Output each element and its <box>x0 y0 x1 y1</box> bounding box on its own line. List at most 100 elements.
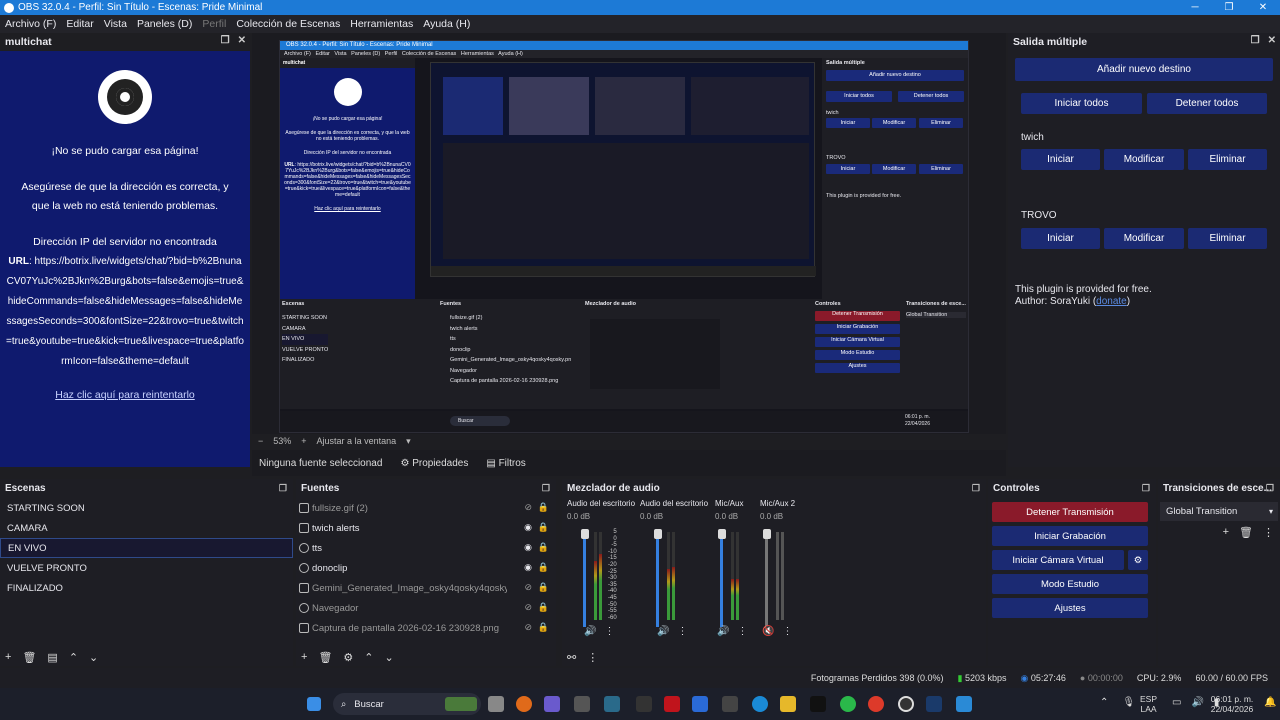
move-up-icon[interactable]: ⌃ <box>364 651 373 664</box>
menu-vista[interactable]: Vista <box>99 18 132 30</box>
language-indicator[interactable]: ESP LAA <box>1140 694 1157 714</box>
kebab-menu-icon[interactable]: ⋮ <box>604 626 614 637</box>
mic-icon[interactable]: 🎙 <box>1122 697 1135 708</box>
float-icon[interactable]: ❐ <box>1266 483 1274 494</box>
scene-item-selected[interactable]: EN VIVO <box>0 538 293 558</box>
add-destination-button[interactable]: Añadir nuevo destino <box>1015 58 1273 81</box>
zoom-in-icon[interactable]: + <box>301 436 306 446</box>
retry-link[interactable]: Haz clic aquí para reintentarlo <box>6 386 244 405</box>
add-icon[interactable]: + <box>5 651 11 664</box>
move-up-icon[interactable]: ⌃ <box>69 651 78 664</box>
studio-mode-button[interactable]: Modo Estudio <box>992 574 1148 594</box>
trash-icon[interactable]: 🗑 <box>22 651 36 664</box>
app-icon[interactable] <box>574 696 590 712</box>
donate-link[interactable]: donate <box>1096 296 1127 307</box>
filters-button[interactable]: ▤ Filtros <box>486 458 525 469</box>
fader-knob[interactable] <box>718 529 726 539</box>
chevron-down-icon[interactable]: ▾ <box>406 436 411 447</box>
tiktok-icon[interactable] <box>810 696 826 712</box>
netflix-icon[interactable] <box>664 696 680 712</box>
windows-start-icon[interactable] <box>307 697 321 711</box>
move-down-icon[interactable]: ⌄ <box>385 651 394 664</box>
scene-item[interactable]: CAMARA <box>0 518 293 538</box>
volume-fader[interactable] <box>765 532 768 627</box>
scene-item[interactable]: FINALIZADO <box>0 578 293 598</box>
menu-paneles[interactable]: Paneles (D) <box>132 18 197 30</box>
start-recording-button[interactable]: Iniciar Grabación <box>992 526 1148 546</box>
close-icon[interactable]: ✕ <box>1246 0 1280 15</box>
preview-canvas[interactable]: OBS 32.0.4 - Perfil: Sin Título - Escena… <box>279 40 969 433</box>
stop-all-button[interactable]: Detener todos <box>1147 93 1267 114</box>
trovo-modify-button[interactable]: Modificar <box>1104 228 1184 249</box>
gear-icon[interactable]: ⚙ <box>343 651 353 664</box>
properties-button[interactable]: ⚙ Propiedades <box>400 458 468 469</box>
menu-archivo[interactable]: Archivo (F) <box>0 18 61 30</box>
move-down-icon[interactable]: ⌄ <box>89 651 98 664</box>
file-explorer-icon[interactable] <box>780 696 796 712</box>
chevron-up-icon[interactable]: ⌃ <box>1100 697 1108 708</box>
link-icon[interactable]: ⚯ <box>567 651 576 664</box>
fit-window-button[interactable]: Ajustar a la ventana <box>317 436 397 446</box>
volume-icon[interactable]: 🔊 <box>1191 697 1203 708</box>
bell-icon[interactable]: 🔔 <box>1264 697 1276 708</box>
add-icon[interactable]: + <box>1223 526 1229 539</box>
volume-fader[interactable] <box>656 532 659 627</box>
app-icon[interactable] <box>956 696 972 712</box>
menu-perfil[interactable]: Perfil <box>197 18 231 30</box>
start-virtual-camera-button[interactable]: Iniciar Cámara Virtual <box>992 550 1124 570</box>
app-icon[interactable] <box>692 696 708 712</box>
volume-fader[interactable] <box>583 532 586 627</box>
kebab-menu-icon[interactable]: ⋮ <box>737 626 747 637</box>
search-box[interactable]: ⌕ Buscar <box>333 693 481 715</box>
add-icon[interactable]: + <box>301 651 307 664</box>
twich-start-button[interactable]: Iniciar <box>1021 149 1100 170</box>
clock[interactable]: 06:01 p. m. 22/04/2026 <box>1208 694 1256 714</box>
twich-delete-button[interactable]: Eliminar <box>1188 149 1267 170</box>
close-dock-icon[interactable]: ✕ <box>1268 35 1276 46</box>
volume-fader[interactable] <box>720 532 723 627</box>
menu-herramientas[interactable]: Herramientas <box>345 18 418 30</box>
start-all-button[interactable]: Iniciar todos <box>1021 93 1142 114</box>
speaker-icon[interactable]: 🔊 <box>657 626 669 637</box>
muted-speaker-icon[interactable]: 🔇 <box>762 626 774 637</box>
speaker-icon[interactable]: 🔊 <box>717 626 729 637</box>
teams-icon[interactable] <box>544 696 560 712</box>
transition-select[interactable]: Global Transition ▾ <box>1160 502 1278 521</box>
settings-button[interactable]: Ajustes <box>992 598 1148 618</box>
scene-item[interactable]: VUELVE PRONTO <box>0 558 293 578</box>
stop-stream-button[interactable]: Detener Transmisión <box>992 502 1148 522</box>
kebab-menu-icon[interactable]: ⋮ <box>587 651 598 664</box>
menu-ayuda[interactable]: Ayuda (H) <box>418 18 475 30</box>
edge-icon[interactable] <box>752 696 768 712</box>
minimize-icon[interactable]: ─ <box>1178 0 1212 15</box>
source-item[interactable]: fullsize.gif (2) ⊘ 🔒 <box>296 498 556 518</box>
trash-icon[interactable]: 🗑 <box>1239 526 1253 539</box>
task-view-icon[interactable] <box>488 696 504 712</box>
scene-item[interactable]: STARTING SOON <box>0 498 293 518</box>
float-icon[interactable]: ❐ <box>542 483 550 494</box>
kebab-menu-icon[interactable]: ⋮ <box>677 626 687 637</box>
trovo-delete-button[interactable]: Eliminar <box>1188 228 1267 249</box>
virtual-camera-gear-icon[interactable]: ⚙ <box>1128 550 1148 570</box>
float-icon[interactable]: ❐ <box>279 483 287 494</box>
twich-modify-button[interactable]: Modificar <box>1104 149 1184 170</box>
firefox-icon[interactable] <box>516 696 532 712</box>
menu-editar[interactable]: Editar <box>61 18 98 30</box>
fader-knob[interactable] <box>581 529 589 539</box>
app-icon[interactable] <box>722 696 738 712</box>
source-item[interactable]: tts ◉ 🔒 <box>296 538 556 558</box>
app-icon[interactable] <box>636 696 652 712</box>
trovo-start-button[interactable]: Iniciar <box>1021 228 1100 249</box>
fader-knob[interactable] <box>763 529 771 539</box>
maximize-icon[interactable]: ❐ <box>1212 0 1246 15</box>
zoom-out-icon[interactable]: − <box>258 436 263 446</box>
float-icon[interactable]: ❐ <box>1251 35 1260 46</box>
whatsapp-icon[interactable] <box>840 696 856 712</box>
network-icon[interactable]: ▭ <box>1172 697 1181 708</box>
trash-icon[interactable]: 🗑 <box>318 651 332 664</box>
close-dock-icon[interactable]: ✕ <box>238 35 246 46</box>
speaker-icon[interactable]: 🔊 <box>584 626 596 637</box>
menu-coleccion[interactable]: Colección de Escenas <box>231 18 345 30</box>
source-item[interactable]: twich alerts ◉ 🔒 <box>296 518 556 538</box>
chrome-icon[interactable] <box>868 696 884 712</box>
